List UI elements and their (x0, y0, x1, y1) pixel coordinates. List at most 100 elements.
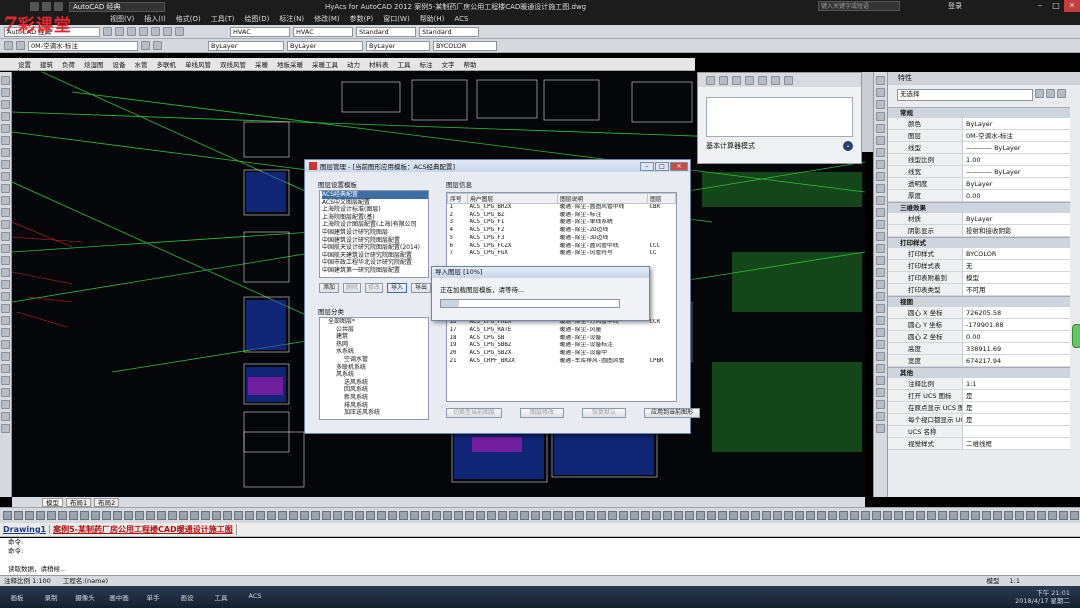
table-row[interactable]: 20 ACS_CPG_SBZX 暖通-除尘-设备中 (448, 350, 676, 358)
modify-button[interactable]: 修改 (365, 283, 383, 293)
chevron-down-icon[interactable]: ⌄ (843, 141, 853, 151)
taskbar-item[interactable]: 工具 (204, 592, 238, 602)
acs-menu-item[interactable]: 单线风管 (185, 59, 211, 69)
layer-state-icon[interactable] (16, 41, 25, 50)
property-row[interactable]: 在原点显示 UCS 图标是 (888, 402, 1070, 414)
layer-manager-icon[interactable] (4, 41, 13, 50)
make-current-icon[interactable] (141, 41, 150, 50)
property-value[interactable]: 0.00 (963, 331, 1070, 342)
tool-icon[interactable] (1059, 511, 1068, 520)
acs-menu-item[interactable]: 多联机 (157, 59, 177, 69)
acs-menu-item[interactable]: 采暖工具 (312, 59, 338, 69)
tool-icon[interactable] (520, 511, 529, 520)
menu-item[interactable]: 绘图(D) (245, 14, 270, 24)
tool-icon[interactable] (784, 511, 793, 520)
property-value[interactable]: 是 (963, 402, 1070, 413)
category-item[interactable]: 空调水管 (320, 356, 428, 364)
acs-menu-item[interactable]: 帮助 (464, 59, 477, 69)
tool-icon[interactable] (1, 244, 10, 253)
tool-icon[interactable] (1, 220, 10, 229)
tool-icon[interactable] (982, 511, 991, 520)
property-value[interactable]: 674217.94 (963, 355, 1070, 366)
tool-icon[interactable] (1070, 511, 1079, 520)
tool-icon[interactable] (1, 388, 10, 397)
property-value[interactable]: 1:1 (963, 378, 1070, 389)
tool-icon[interactable] (1015, 511, 1024, 520)
text-style-select[interactable]: HVAC (230, 26, 290, 37)
tool-icon[interactable] (876, 268, 885, 277)
tool-icon[interactable] (993, 511, 1002, 520)
tool-icon[interactable] (876, 136, 885, 145)
history-icon[interactable] (732, 75, 741, 85)
property-row[interactable]: 阴影显示 投射和接收阴影 (888, 225, 1070, 237)
tool-icon[interactable] (1, 136, 10, 145)
layer-icon[interactable] (175, 27, 184, 36)
minimize-icon[interactable]: – (1032, 0, 1048, 12)
tool-icon[interactable] (927, 511, 936, 520)
property-row[interactable]: 每个视口都显示 UCS 是 (888, 414, 1070, 426)
acs-menu-item[interactable]: 水管 (135, 59, 148, 69)
tool-icon[interactable] (876, 220, 885, 229)
tool-icon[interactable] (876, 124, 885, 133)
tool-icon[interactable] (3, 511, 12, 520)
tab-model[interactable]: 模型 (42, 497, 63, 507)
help-icon[interactable] (784, 75, 793, 85)
table-row[interactable]: 18 ACS_CPG_SB 暖通-除尘-设备 (448, 335, 676, 343)
tool-icon[interactable] (806, 511, 815, 520)
tool-icon[interactable] (938, 511, 947, 520)
tool-icon[interactable] (762, 511, 771, 520)
template-item[interactable]: 上海院设计图层配置(上海)有限公司 (322, 221, 428, 229)
tool-icon[interactable] (1, 88, 10, 97)
tool-icon[interactable] (102, 511, 111, 520)
property-value[interactable]: 不可用 (963, 284, 1070, 295)
tool-icon[interactable] (1, 100, 10, 109)
table-row[interactable]: 21 ACS_CRPF_BRZX 暖通-车库排风-圆图风管 CPBR (448, 358, 676, 366)
acs-menu-item[interactable]: 工具 (398, 59, 411, 69)
close-icon[interactable]: ✕ (1064, 0, 1080, 12)
tool-icon[interactable] (876, 304, 885, 313)
tool-icon[interactable] (80, 511, 89, 520)
mleader-style-select[interactable]: Standard (419, 26, 479, 37)
add-button[interactable]: 添加 (319, 283, 339, 293)
properties-icon[interactable] (163, 27, 172, 36)
table-style-select[interactable]: Standard (356, 26, 416, 37)
category-item[interactable]: 全部图层* (320, 318, 428, 326)
restore-default-button[interactable]: 恢复默认 (582, 408, 626, 418)
tool-icon[interactable] (377, 511, 386, 520)
tool-icon[interactable] (1, 292, 10, 301)
property-row[interactable]: 圆心 Y 坐标 -179901.88 (888, 319, 1070, 331)
tool-icon[interactable] (366, 511, 375, 520)
export-button[interactable]: 导出 (411, 283, 431, 293)
open-icon[interactable] (42, 2, 51, 11)
template-item[interactable]: 中国航天设计研究院图层配置(2014) (322, 244, 428, 252)
tool-icon[interactable] (894, 511, 903, 520)
tool-icon[interactable] (876, 316, 885, 325)
layer-previous-icon[interactable] (153, 41, 162, 50)
pickadd-icon[interactable] (1057, 89, 1066, 98)
property-row[interactable]: 圆心 Z 坐标 0.00 (888, 331, 1070, 343)
taskbar-item[interactable]: 单手 (136, 592, 170, 602)
property-row[interactable]: 线型 ———— ByLayer (888, 142, 1070, 154)
category-item[interactable]: 回风系统 (320, 386, 428, 394)
tool-icon[interactable] (454, 511, 463, 520)
tool-icon[interactable] (876, 328, 885, 337)
tool-icon[interactable] (1, 148, 10, 157)
table-row[interactable]: 1 ACS_CPG_BRZX 暖通-除尘-圆图风管中线 CBR (448, 204, 676, 212)
tool-icon[interactable] (1, 352, 10, 361)
tool-icon[interactable] (1, 160, 10, 169)
tool-icon[interactable] (344, 511, 353, 520)
acs-menu-item[interactable]: 标注 (420, 59, 433, 69)
property-row[interactable]: 颜色 ByLayer (888, 118, 1070, 130)
acs-menu-item[interactable]: 双线风管 (220, 59, 246, 69)
tool-icon[interactable] (212, 511, 221, 520)
tool-icon[interactable] (876, 280, 885, 289)
tool-icon[interactable] (278, 511, 287, 520)
tool-icon[interactable] (410, 511, 419, 520)
property-value[interactable]: 0M-空调水-标注 (963, 130, 1070, 141)
maximize-icon[interactable]: □ (655, 161, 669, 171)
tool-icon[interactable] (388, 511, 397, 520)
property-row[interactable]: 打印样式 BYCOLOR (888, 248, 1070, 260)
category-item[interactable]: 加压送风系统 (320, 409, 428, 417)
table-row[interactable]: 2 ACS_CPG_BZ 暖通-除尘-标注 (448, 212, 676, 220)
table-row[interactable]: 4 ACS_CPG_F2 暖通-除尘-2D边线 (448, 227, 676, 235)
